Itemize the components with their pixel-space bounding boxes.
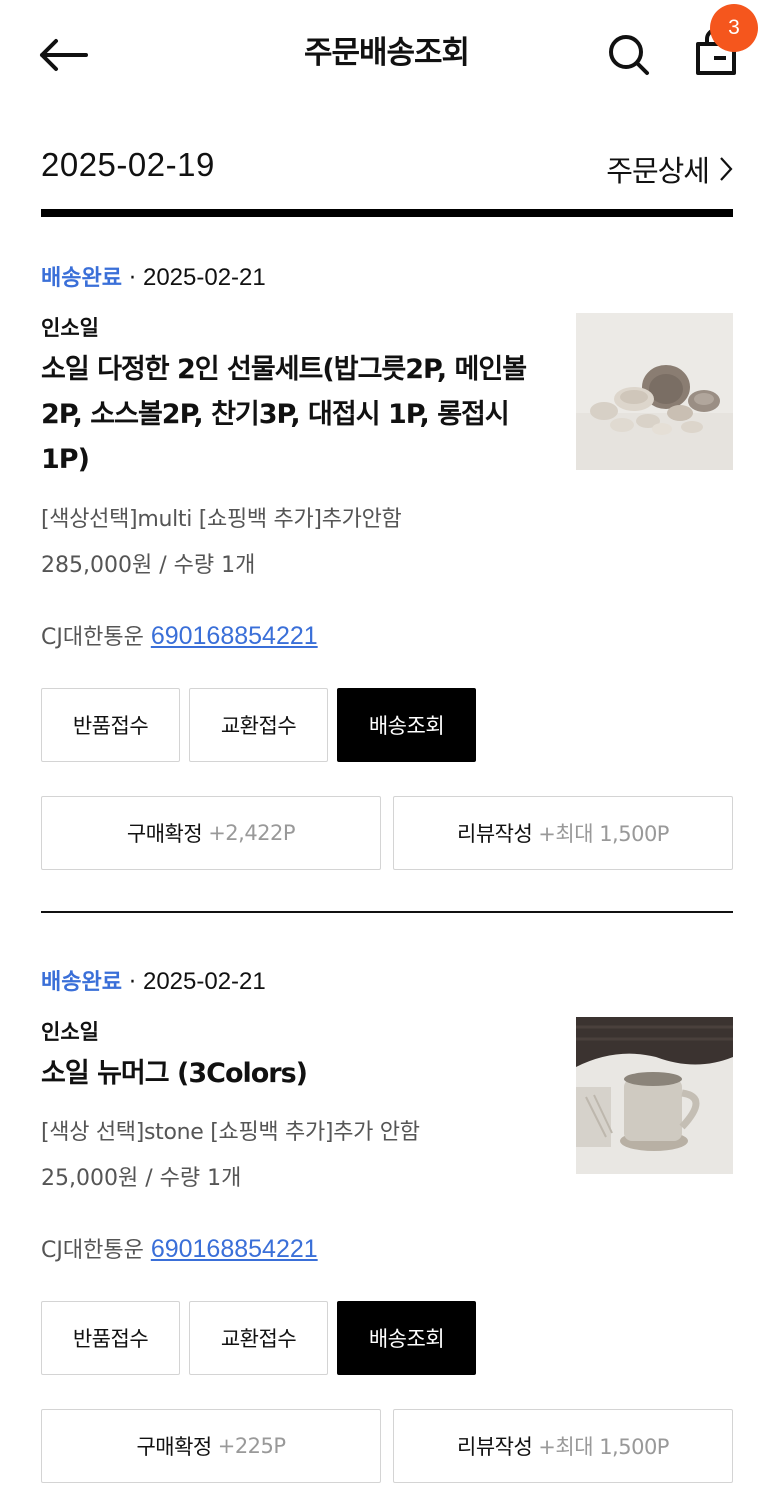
review-points: +최대 1,500P xyxy=(538,822,669,846)
status-separator: · xyxy=(128,266,136,291)
write-review-button[interactable]: 리뷰작성 +최대 1,500P xyxy=(393,796,733,870)
confirm-points: +2,422P xyxy=(208,821,296,845)
product-price-quantity: 25,000원 / 수량 1개 xyxy=(41,1166,242,1191)
confirm-purchase-button[interactable]: 구매확정 +225P xyxy=(41,1409,381,1483)
tableware-set-image xyxy=(576,313,733,470)
order-date: 2025-02-19 xyxy=(41,146,215,183)
confirm-purchase-label: 구매확정 xyxy=(126,822,203,846)
delivery-status: 배송완료 xyxy=(41,970,122,995)
product-option: [색상선택]multi [쇼핑백 추가]추가안함 xyxy=(41,507,402,532)
exchange-request-label: 교환접수 xyxy=(220,714,297,738)
page-title: 주문배송조회 xyxy=(303,35,470,71)
return-request-button[interactable]: 반품접수 xyxy=(41,688,180,762)
return-request-label: 반품접수 xyxy=(72,1327,149,1351)
product-name[interactable]: 소일 뉴머그 (3Colors) xyxy=(41,1051,541,1096)
courier-name: CJ대한통운 xyxy=(41,625,144,650)
track-delivery-button[interactable]: 배송조회 xyxy=(337,1301,476,1375)
mug-image xyxy=(576,1017,733,1174)
exchange-request-button[interactable]: 교환접수 xyxy=(189,688,328,762)
courier-name: CJ대한통운 xyxy=(41,1238,144,1263)
return-request-button[interactable]: 반품접수 xyxy=(41,1301,180,1375)
confirm-purchase-label: 구매확정 xyxy=(136,1435,212,1459)
delivery-date: 2025-02-21 xyxy=(142,968,266,995)
order-detail-label: 주문상세 xyxy=(606,154,710,188)
track-delivery-label: 배송조회 xyxy=(368,1327,445,1351)
review-points: +최대 1,500P xyxy=(538,1435,669,1459)
confirm-purchase-button[interactable]: 구매확정 +2,422P xyxy=(41,796,381,870)
cart-count-badge: 3 xyxy=(710,4,758,52)
item-divider xyxy=(41,911,733,913)
order-header: 2025-02-19 주문상세 xyxy=(41,142,733,198)
app-header: 주문배송조회 3 xyxy=(0,0,773,110)
brand-name: 인소일 xyxy=(41,1020,99,1044)
product-thumbnail[interactable] xyxy=(576,313,733,470)
confirm-points: +225P xyxy=(217,1434,286,1458)
delivery-status-line: 배송완료 · 2025-02-21 xyxy=(41,967,266,998)
exchange-request-button[interactable]: 교환접수 xyxy=(189,1301,328,1375)
courier-info: CJ대한통운 690168854221 xyxy=(41,619,318,655)
courier-info: CJ대한통운 690168854221 xyxy=(41,1232,318,1268)
track-delivery-button[interactable]: 배송조회 xyxy=(337,688,476,762)
order-divider xyxy=(41,209,733,217)
delivery-status-line: 배송완료 · 2025-02-21 xyxy=(41,263,266,294)
tracking-number-link[interactable]: 690168854221 xyxy=(151,622,318,650)
write-review-label: 리뷰작성 xyxy=(457,1435,533,1459)
product-name[interactable]: 소일 다정한 2인 선물세트(밥그릇2P, 메인볼2P, 소스볼2P, 찬기3P… xyxy=(41,347,541,482)
delivery-date: 2025-02-21 xyxy=(142,264,266,291)
write-review-button[interactable]: 리뷰작성 +최대 1,500P xyxy=(393,1409,733,1483)
track-delivery-label: 배송조회 xyxy=(368,714,445,738)
status-separator: · xyxy=(128,970,136,995)
write-review-label: 리뷰작성 xyxy=(457,822,533,846)
chevron-right-icon xyxy=(720,157,733,181)
product-price-quantity: 285,000원 / 수량 1개 xyxy=(41,553,256,578)
return-request-label: 반품접수 xyxy=(72,714,149,738)
order-item: 배송완료 · 2025-02-21 인소일 소일 뉴머그 (3Colors) [… xyxy=(41,967,733,1487)
product-thumbnail[interactable] xyxy=(576,1017,733,1174)
search-button[interactable] xyxy=(602,30,654,80)
product-option: [색상 선택]stone [쇼핑백 추가]추가 안함 xyxy=(41,1120,420,1145)
order-item: 배송완료 · 2025-02-21 인소일 소일 다정한 2인 선물세트(밥그릇… xyxy=(41,263,733,873)
order-detail-link[interactable]: 주문상세 xyxy=(606,148,733,190)
delivery-status: 배송완료 xyxy=(41,266,122,291)
search-icon xyxy=(609,35,649,75)
exchange-request-label: 교환접수 xyxy=(220,1327,297,1351)
tracking-number-link[interactable]: 690168854221 xyxy=(151,1235,318,1263)
brand-name: 인소일 xyxy=(41,316,99,340)
